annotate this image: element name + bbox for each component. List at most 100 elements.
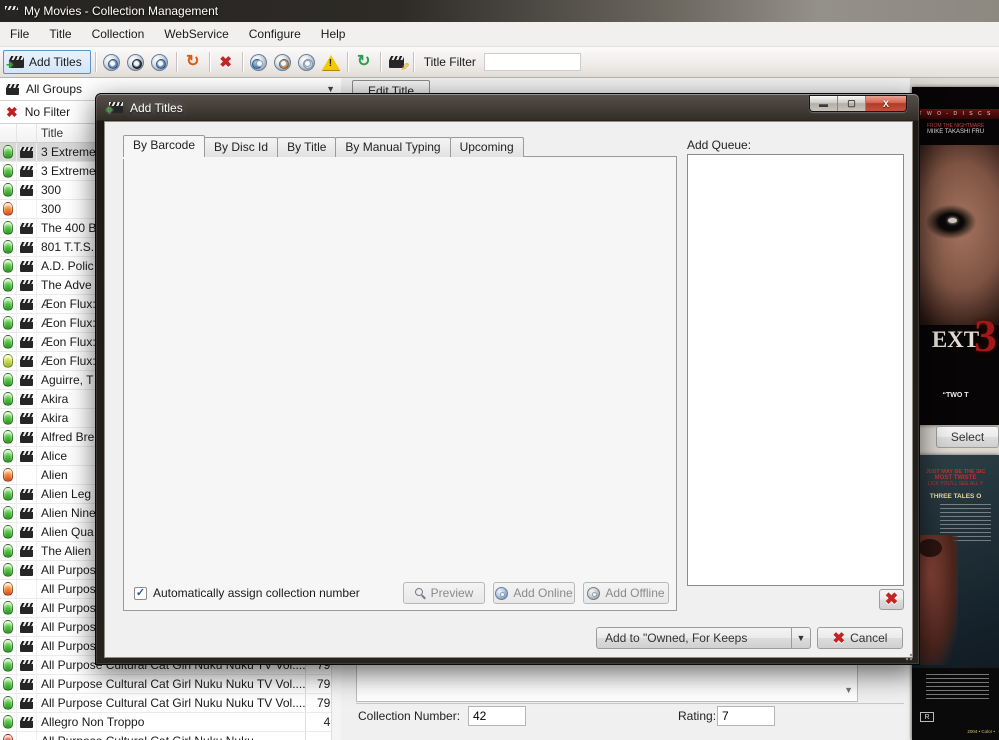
menu-item[interactable]: WebService	[154, 23, 238, 45]
maximize-button[interactable]: ▢	[838, 96, 866, 111]
toolbar-separator	[380, 52, 381, 72]
toolbar-separator	[347, 52, 348, 72]
movie-icon	[20, 413, 33, 424]
tab[interactable]: Upcoming	[450, 137, 524, 157]
movie-icon	[20, 337, 33, 348]
movie-icon	[20, 679, 33, 690]
menu-item[interactable]: Title	[39, 23, 81, 45]
tab[interactable]: By Disc Id	[204, 137, 278, 157]
divider	[356, 703, 904, 704]
cover-panel: T W O - D I S C S FROM THE NIGHTMARE MII…	[910, 78, 999, 740]
movie-list-item[interactable]: Allegro Non Troppo 41	[0, 713, 341, 732]
status-pill	[3, 563, 13, 577]
dialog-titlebar[interactable]: + Add Titles	[96, 94, 919, 121]
movie-icon	[20, 185, 33, 196]
window-titlebar: My Movies - Collection Management	[0, 0, 999, 22]
add-titles-dialog: + Add Titles ▬ ▢ X By BarcodeBy Disc IdB…	[95, 93, 920, 665]
status-pill	[3, 240, 13, 254]
disc-rotate-icon[interactable]	[247, 50, 271, 74]
movie-title: All Purpose Cultural Cat Girl Nuku Nuku …	[37, 677, 305, 691]
disc-web-icon[interactable]	[100, 50, 124, 74]
collection-number-input[interactable]	[468, 706, 526, 726]
status-pill	[3, 601, 13, 615]
status-pill	[3, 202, 13, 216]
red-x-icon: ✖	[833, 631, 846, 646]
menu-item[interactable]: File	[0, 23, 39, 45]
add-to-collection-dropdown-button[interactable]: Add to "Owned, For Keeps ▼	[596, 627, 811, 649]
cover-front-image: T W O - D I S C S FROM THE NIGHTMARE MII…	[912, 87, 999, 425]
chevron-down-icon[interactable]: ▼	[791, 628, 810, 648]
tab[interactable]: By Manual Typing	[335, 137, 450, 157]
tab[interactable]: By Barcode	[123, 135, 205, 157]
refresh-icon[interactable]: ↻	[352, 50, 376, 74]
tab[interactable]: By Title	[277, 137, 336, 157]
movie-icon	[20, 527, 33, 538]
status-pill	[3, 525, 13, 539]
movie-icon	[20, 660, 33, 671]
close-button[interactable]: X	[866, 96, 906, 111]
status-pill	[3, 487, 13, 501]
import-export-icon[interactable]: ↻	[181, 50, 205, 74]
movie-icon	[20, 299, 33, 310]
movie-list-item[interactable]: All Purpose Cultural Cat Girl Nuku Nuku	[0, 732, 341, 740]
add-titles-icon: +	[9, 56, 24, 68]
remove-from-queue-button[interactable]: ✖	[879, 589, 904, 610]
movie-title: All Purpose Cultural Cat Girl Nuku Nuku …	[37, 696, 305, 710]
add-queue-list[interactable]	[687, 154, 904, 586]
toolbar-separator	[95, 52, 96, 72]
cancel-button[interactable]: ✖ Cancel	[817, 627, 903, 649]
edit-title-icon[interactable]: ✎	[385, 50, 409, 74]
status-pill	[3, 183, 13, 197]
movie-icon	[20, 622, 33, 633]
add-titles-button[interactable]: + Add Titles	[3, 50, 91, 74]
movie-icon	[20, 489, 33, 500]
toolbar-separator	[242, 52, 243, 72]
movie-icon	[20, 318, 33, 329]
disc-save-web-icon[interactable]	[148, 50, 172, 74]
menu-item[interactable]: Collection	[82, 23, 155, 45]
app-icon	[5, 6, 18, 17]
auto-assign-label: Automatically assign collection number	[153, 586, 360, 600]
status-pill	[3, 715, 13, 729]
movie-list-item[interactable]: All Purpose Cultural Cat Girl Nuku Nuku …	[0, 694, 341, 713]
red-x-icon: ✖	[885, 592, 898, 608]
preview-button[interactable]: Preview	[403, 582, 485, 604]
cover-back-image: JUST MAY BE THE SIC MOST TWISTE LICK YOU…	[912, 455, 999, 740]
title-filter-input[interactable]	[484, 53, 581, 71]
movie-icon	[20, 717, 33, 728]
no-filter-icon: ✖	[6, 105, 18, 119]
rating-input[interactable]	[717, 706, 775, 726]
select-cover-button[interactable]: Select	[936, 426, 999, 448]
window-controls: ▬ ▢ X	[809, 95, 907, 112]
disc-copy-icon[interactable]	[295, 50, 319, 74]
cover-banner-text: T W O - D I S C S	[912, 109, 999, 119]
minimize-button[interactable]: ▬	[810, 96, 838, 111]
add-offline-button[interactable]: Add Offline	[583, 582, 669, 604]
status-pill	[3, 145, 13, 159]
scroll-down-arrow-icon[interactable]: ▼	[844, 685, 853, 695]
movie-icon	[20, 242, 33, 253]
status-pill	[3, 221, 13, 235]
status-pill	[3, 278, 13, 292]
disc-save-movie-icon[interactable]	[124, 50, 148, 74]
auto-assign-checkbox[interactable]: ✓	[134, 587, 147, 600]
status-pill	[3, 259, 13, 273]
movie-icon	[20, 508, 33, 519]
movie-icon	[20, 223, 33, 234]
resize-grip[interactable]	[905, 651, 915, 661]
movie-icon	[20, 375, 33, 386]
warning-icon[interactable]	[319, 50, 343, 74]
menu-item[interactable]: Configure	[239, 23, 311, 45]
offline-disc-icon	[587, 587, 600, 600]
movie-list-item[interactable]: All Purpose Cultural Cat Girl Nuku Nuku …	[0, 675, 341, 694]
delete-title-icon[interactable]: ✖	[214, 50, 238, 74]
disc-user-icon[interactable]	[271, 50, 295, 74]
title-filter-label: Title Filter	[424, 55, 476, 69]
add-online-button[interactable]: Add Online	[493, 582, 575, 604]
status-pill	[3, 544, 13, 558]
cover-eye-art	[926, 205, 976, 239]
title-column-header: Title	[37, 126, 63, 140]
menu-item[interactable]: Help	[311, 23, 356, 45]
status-pill	[3, 373, 13, 387]
dialog-tabs: By BarcodeBy Disc IdBy TitleBy Manual Ty…	[123, 135, 523, 157]
